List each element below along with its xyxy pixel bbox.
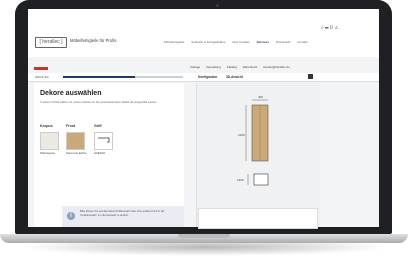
katalog-link[interactable]: Katalog (227, 65, 237, 69)
korpus-label: Korpus (40, 124, 53, 128)
trash-icon[interactable] (308, 74, 313, 79)
verwaltung-link[interactable]: Verwaltung (206, 65, 221, 69)
griff-swatch[interactable] (94, 132, 113, 150)
step-label: Schritt 3/4 (35, 75, 49, 79)
handle-icon (98, 137, 110, 143)
cabinet-top-view (253, 173, 269, 186)
front-swatch[interactable] (66, 132, 85, 150)
cabinet-preview: 400 2100 1200 (237, 95, 269, 186)
tab-konfigurator[interactable]: Konfigurator (198, 75, 217, 79)
account-bar (28, 57, 379, 64)
dim-top-label: 400 (258, 95, 263, 99)
front-label: Front (66, 124, 76, 128)
vorlage-link[interactable]: Vorlage (190, 65, 200, 69)
dim-depth-label: 1200 (237, 178, 244, 182)
user-email-link[interactable]: studier@herallec.de (263, 65, 290, 69)
account-links: Vorlage Verwaltung Katalog Warenkorb stu… (190, 65, 295, 69)
step-progress (63, 76, 183, 78)
camera-icon (216, 4, 219, 7)
info-icon: i (67, 212, 75, 220)
korpus-value: Platinweiss (40, 151, 56, 155)
page-title: Dekore auswählen (40, 90, 102, 97)
page-description: In diesem Schritt wählen wir unseren Dek… (40, 101, 157, 104)
front-value: Sanremo Eiche (66, 151, 87, 155)
dim-height-label: 2100 (238, 133, 245, 137)
laptop-notch (178, 234, 230, 238)
notice-text: Bitte klicken Sie auf das Dekor/Griffaus… (80, 210, 165, 217)
brand-mark (34, 67, 48, 70)
griff-label: Griff (94, 124, 102, 128)
tab-3d-ansicht[interactable]: 3D-Ansicht (226, 75, 243, 79)
warenkorb-link[interactable]: Warenkorb (243, 65, 258, 69)
griff-value: AVENIO (94, 151, 106, 155)
progress-fill (63, 76, 135, 78)
korpus-swatch[interactable] (40, 132, 59, 150)
summary-box (198, 208, 318, 229)
